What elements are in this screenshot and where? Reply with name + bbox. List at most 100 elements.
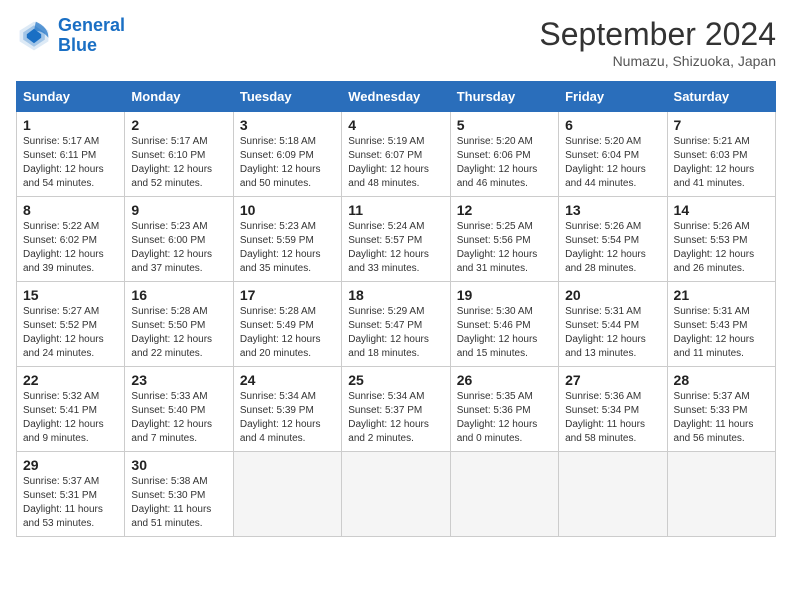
day-info: Sunrise: 5:37 AMSunset: 5:33 PMDaylight:… [674,391,754,444]
calendar-row: 15 Sunrise: 5:27 AMSunset: 5:52 PMDaylig… [17,282,776,367]
table-row: 2 Sunrise: 5:17 AMSunset: 6:10 PMDayligh… [125,112,233,197]
calendar-row: 1 Sunrise: 5:17 AMSunset: 6:11 PMDayligh… [17,112,776,197]
table-row: 25 Sunrise: 5:34 AMSunset: 5:37 PMDaylig… [342,367,450,452]
table-row [559,452,667,537]
calendar-row: 8 Sunrise: 5:22 AMSunset: 6:02 PMDayligh… [17,197,776,282]
day-number: 29 [23,457,118,473]
day-info: Sunrise: 5:35 AMSunset: 5:36 PMDaylight:… [457,391,538,444]
day-info: Sunrise: 5:20 AMSunset: 6:04 PMDaylight:… [565,136,646,189]
table-row: 5 Sunrise: 5:20 AMSunset: 6:06 PMDayligh… [450,112,558,197]
day-info: Sunrise: 5:32 AMSunset: 5:41 PMDaylight:… [23,391,104,444]
day-number: 27 [565,372,660,388]
day-number: 30 [131,457,226,473]
day-number: 26 [457,372,552,388]
table-row: 29 Sunrise: 5:37 AMSunset: 5:31 PMDaylig… [17,452,125,537]
day-number: 6 [565,117,660,133]
table-row: 28 Sunrise: 5:37 AMSunset: 5:33 PMDaylig… [667,367,775,452]
day-info: Sunrise: 5:28 AMSunset: 5:49 PMDaylight:… [240,306,321,359]
table-row: 18 Sunrise: 5:29 AMSunset: 5:47 PMDaylig… [342,282,450,367]
table-row [667,452,775,537]
day-number: 1 [23,117,118,133]
day-info: Sunrise: 5:23 AMSunset: 6:00 PMDaylight:… [131,221,212,274]
day-number: 12 [457,202,552,218]
table-row: 26 Sunrise: 5:35 AMSunset: 5:36 PMDaylig… [450,367,558,452]
day-number: 25 [348,372,443,388]
month-title: September 2024 [539,16,776,53]
table-row: 9 Sunrise: 5:23 AMSunset: 6:00 PMDayligh… [125,197,233,282]
table-row: 11 Sunrise: 5:24 AMSunset: 5:57 PMDaylig… [342,197,450,282]
day-number: 24 [240,372,335,388]
day-number: 15 [23,287,118,303]
table-row [450,452,558,537]
day-info: Sunrise: 5:18 AMSunset: 6:09 PMDaylight:… [240,136,321,189]
col-saturday: Saturday [667,82,775,112]
day-info: Sunrise: 5:20 AMSunset: 6:06 PMDaylight:… [457,136,538,189]
day-number: 9 [131,202,226,218]
day-number: 28 [674,372,769,388]
col-wednesday: Wednesday [342,82,450,112]
day-info: Sunrise: 5:26 AMSunset: 5:54 PMDaylight:… [565,221,646,274]
col-tuesday: Tuesday [233,82,341,112]
col-monday: Monday [125,82,233,112]
day-number: 20 [565,287,660,303]
day-info: Sunrise: 5:31 AMSunset: 5:43 PMDaylight:… [674,306,755,359]
day-number: 17 [240,287,335,303]
day-info: Sunrise: 5:30 AMSunset: 5:46 PMDaylight:… [457,306,538,359]
day-number: 2 [131,117,226,133]
day-number: 5 [457,117,552,133]
day-info: Sunrise: 5:28 AMSunset: 5:50 PMDaylight:… [131,306,212,359]
day-info: Sunrise: 5:37 AMSunset: 5:31 PMDaylight:… [23,476,103,529]
day-info: Sunrise: 5:34 AMSunset: 5:39 PMDaylight:… [240,391,321,444]
table-row: 27 Sunrise: 5:36 AMSunset: 5:34 PMDaylig… [559,367,667,452]
day-info: Sunrise: 5:17 AMSunset: 6:10 PMDaylight:… [131,136,212,189]
table-row: 16 Sunrise: 5:28 AMSunset: 5:50 PMDaylig… [125,282,233,367]
header-row: Sunday Monday Tuesday Wednesday Thursday… [17,82,776,112]
calendar-row: 29 Sunrise: 5:37 AMSunset: 5:31 PMDaylig… [17,452,776,537]
col-friday: Friday [559,82,667,112]
day-number: 3 [240,117,335,133]
day-number: 7 [674,117,769,133]
day-number: 22 [23,372,118,388]
logo: General Blue [16,16,125,56]
table-row: 3 Sunrise: 5:18 AMSunset: 6:09 PMDayligh… [233,112,341,197]
day-info: Sunrise: 5:17 AMSunset: 6:11 PMDaylight:… [23,136,104,189]
day-number: 13 [565,202,660,218]
day-info: Sunrise: 5:38 AMSunset: 5:30 PMDaylight:… [131,476,211,529]
table-row: 6 Sunrise: 5:20 AMSunset: 6:04 PMDayligh… [559,112,667,197]
table-row: 22 Sunrise: 5:32 AMSunset: 5:41 PMDaylig… [17,367,125,452]
table-row: 12 Sunrise: 5:25 AMSunset: 5:56 PMDaylig… [450,197,558,282]
col-thursday: Thursday [450,82,558,112]
day-info: Sunrise: 5:31 AMSunset: 5:44 PMDaylight:… [565,306,646,359]
day-number: 19 [457,287,552,303]
table-row: 21 Sunrise: 5:31 AMSunset: 5:43 PMDaylig… [667,282,775,367]
day-info: Sunrise: 5:23 AMSunset: 5:59 PMDaylight:… [240,221,321,274]
table-row: 15 Sunrise: 5:27 AMSunset: 5:52 PMDaylig… [17,282,125,367]
day-info: Sunrise: 5:25 AMSunset: 5:56 PMDaylight:… [457,221,538,274]
day-number: 11 [348,202,443,218]
day-number: 16 [131,287,226,303]
location-subtitle: Numazu, Shizuoka, Japan [539,53,776,69]
day-number: 4 [348,117,443,133]
day-info: Sunrise: 5:19 AMSunset: 6:07 PMDaylight:… [348,136,429,189]
table-row: 1 Sunrise: 5:17 AMSunset: 6:11 PMDayligh… [17,112,125,197]
day-number: 18 [348,287,443,303]
day-info: Sunrise: 5:24 AMSunset: 5:57 PMDaylight:… [348,221,429,274]
page-header: General Blue September 2024 Numazu, Shiz… [16,16,776,69]
table-row: 4 Sunrise: 5:19 AMSunset: 6:07 PMDayligh… [342,112,450,197]
day-number: 14 [674,202,769,218]
table-row: 20 Sunrise: 5:31 AMSunset: 5:44 PMDaylig… [559,282,667,367]
day-info: Sunrise: 5:34 AMSunset: 5:37 PMDaylight:… [348,391,429,444]
day-info: Sunrise: 5:21 AMSunset: 6:03 PMDaylight:… [674,136,755,189]
calendar-row: 22 Sunrise: 5:32 AMSunset: 5:41 PMDaylig… [17,367,776,452]
table-row: 14 Sunrise: 5:26 AMSunset: 5:53 PMDaylig… [667,197,775,282]
day-number: 10 [240,202,335,218]
calendar-body: 1 Sunrise: 5:17 AMSunset: 6:11 PMDayligh… [17,112,776,537]
day-number: 23 [131,372,226,388]
table-row: 8 Sunrise: 5:22 AMSunset: 6:02 PMDayligh… [17,197,125,282]
day-info: Sunrise: 5:26 AMSunset: 5:53 PMDaylight:… [674,221,755,274]
table-row [342,452,450,537]
day-info: Sunrise: 5:27 AMSunset: 5:52 PMDaylight:… [23,306,104,359]
day-info: Sunrise: 5:33 AMSunset: 5:40 PMDaylight:… [131,391,212,444]
table-row: 24 Sunrise: 5:34 AMSunset: 5:39 PMDaylig… [233,367,341,452]
col-sunday: Sunday [17,82,125,112]
